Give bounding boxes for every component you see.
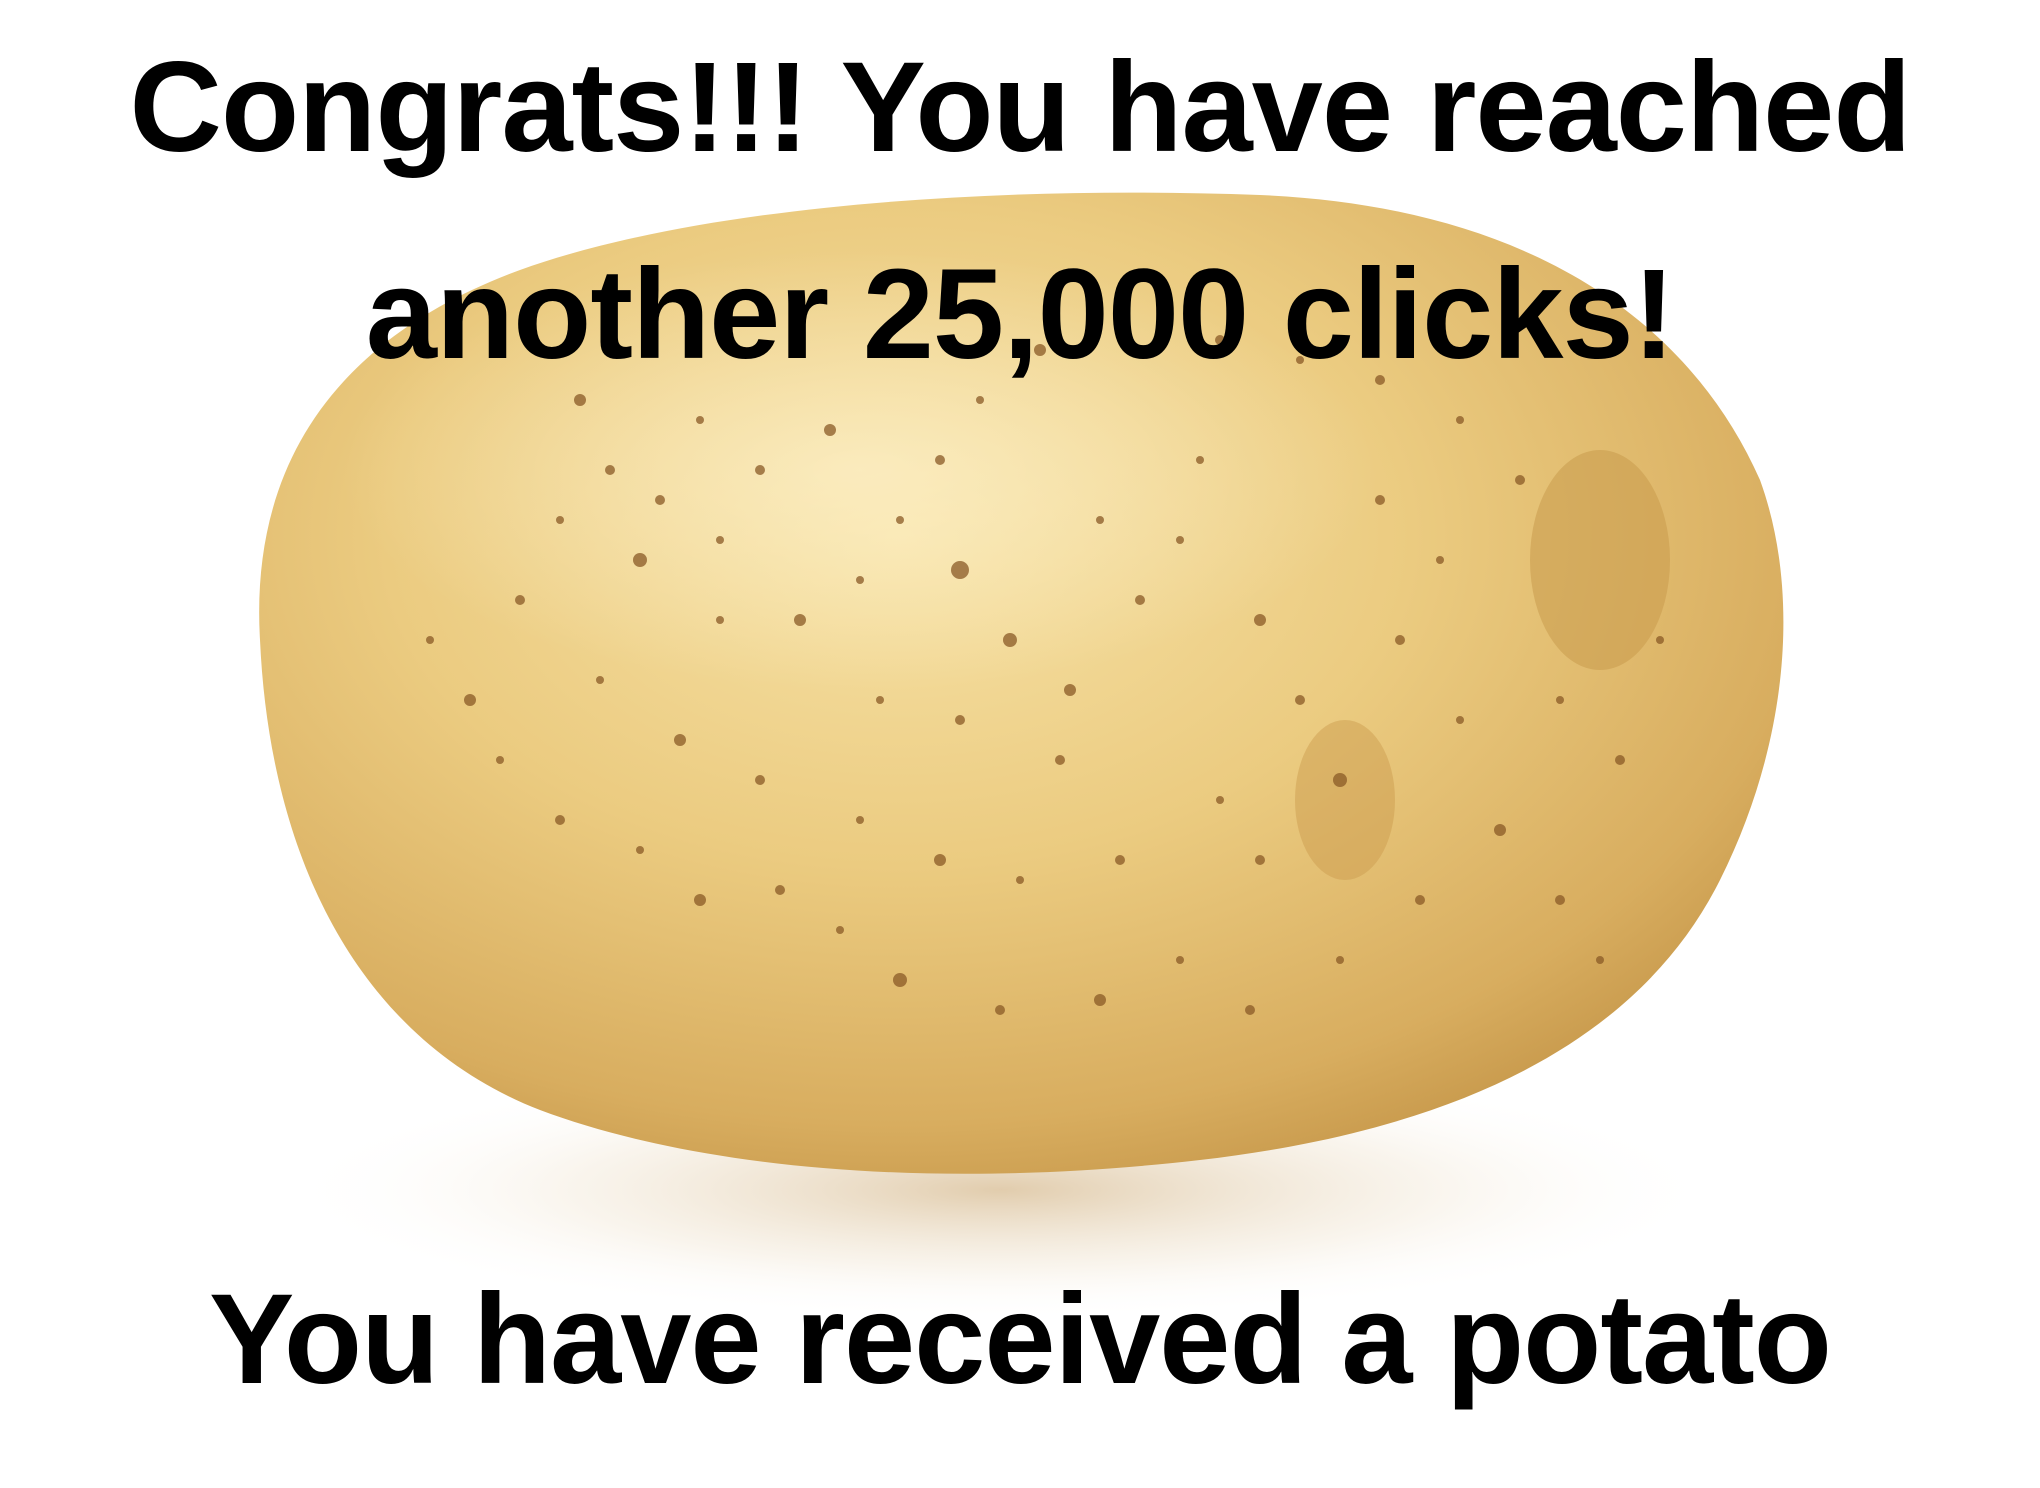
potato-speckle	[596, 676, 604, 684]
potato-speckle	[893, 973, 907, 987]
potato-speckle	[574, 394, 586, 406]
potato-speckle	[1656, 636, 1664, 644]
potato-speckle	[605, 465, 615, 475]
potato-speckle	[1395, 635, 1405, 645]
potato-speckle	[1115, 855, 1125, 865]
potato-speckle	[1555, 895, 1565, 905]
potato-speckle	[426, 636, 434, 644]
potato-speckle	[856, 816, 864, 824]
potato-speckle	[1254, 614, 1266, 626]
potato-speckle	[555, 815, 565, 825]
potato-speckle	[876, 696, 884, 704]
potato-speckle	[775, 885, 785, 895]
potato-speckle	[1336, 956, 1344, 964]
potato-speckle	[496, 756, 504, 764]
potato-speckle	[464, 694, 476, 706]
potato-speckle	[716, 616, 724, 624]
potato-speckle	[556, 516, 564, 524]
potato-speckle	[1216, 796, 1224, 804]
potato-speckle	[674, 734, 686, 746]
potato-speckle	[1196, 456, 1204, 464]
potato-speckle	[1456, 416, 1464, 424]
potato-speckle	[1415, 895, 1425, 905]
potato-speckle	[1456, 716, 1464, 724]
potato-speckle	[1615, 755, 1625, 765]
potato-speckle	[1596, 956, 1604, 964]
potato-speckle	[1295, 695, 1305, 705]
potato-speckle	[955, 715, 965, 725]
potato-speckle	[655, 495, 665, 505]
potato-speckle	[1094, 994, 1106, 1006]
potato-speckle	[1436, 556, 1444, 564]
potato-speckle	[1245, 1005, 1255, 1015]
potato-speckle	[1494, 824, 1506, 836]
potato-speckle	[1055, 755, 1065, 765]
potato-speckle	[694, 894, 706, 906]
potato-speckle	[1176, 536, 1184, 544]
potato-speckle	[794, 614, 806, 626]
potato-speckle	[1096, 516, 1104, 524]
potato-speckle	[951, 561, 969, 579]
potato-speckle	[716, 536, 724, 544]
potato-speckle	[1375, 495, 1385, 505]
caption-top-line-1: Congrats!!! You have reached	[129, 36, 1912, 179]
potato-speckle	[896, 516, 904, 524]
potato-speckle	[515, 595, 525, 605]
potato-speckle	[1333, 773, 1347, 787]
potato-speckle	[856, 576, 864, 584]
potato-speckle	[995, 1005, 1005, 1015]
potato-speckle	[633, 553, 647, 567]
potato-speckle	[696, 416, 704, 424]
potato-speckle	[1556, 696, 1564, 704]
potato-speckle	[1135, 595, 1145, 605]
potato-speckle	[1255, 855, 1265, 865]
potato-speckle	[824, 424, 836, 436]
potato-speckle	[636, 846, 644, 854]
potato-image	[259, 192, 1784, 1320]
caption-top-line-2: another 25,000 clicks!	[365, 243, 1676, 386]
potato-speckle	[1064, 684, 1076, 696]
potato-speckle	[1176, 956, 1184, 964]
potato-speckle	[1016, 876, 1024, 884]
potato-speckle	[1003, 633, 1017, 647]
potato-speckle	[755, 465, 765, 475]
potato-speckle	[755, 775, 765, 785]
potato-speckle	[836, 926, 844, 934]
potato-speckle	[1515, 475, 1525, 485]
potato-speckle	[934, 854, 946, 866]
meme-canvas: Congrats!!! You have reached another 25,…	[0, 0, 2040, 1488]
potato-speckle	[976, 396, 984, 404]
potato-speckle	[935, 455, 945, 465]
caption-bottom-line: You have received a potato	[209, 1268, 1832, 1411]
